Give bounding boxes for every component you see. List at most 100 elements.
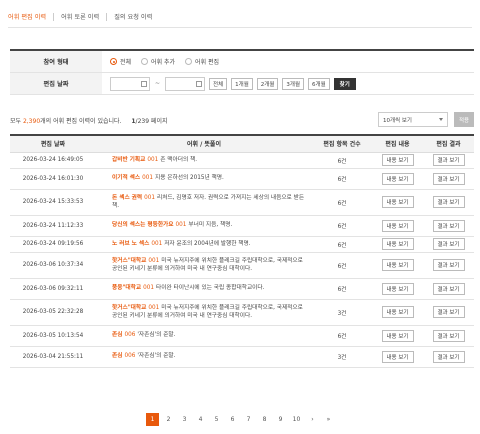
word-link[interactable]: 갑비반 기획교 [112,157,145,163]
period-all-button[interactable]: 전체 [209,77,228,90]
row-date: 2026-03-06 10:37:34 [10,252,96,279]
table-header: 편집 날짜 어휘 / 뜻풀이 편집 항목 건수 편집 내용 편집 결과 [10,135,474,153]
row-result-cell: 결과 보기 [423,152,474,169]
period-1month-button[interactable]: 1개월 [231,77,253,90]
row-count: 6건 [312,152,372,169]
table-row: 2026-03-24 09:19:56 노 러브 노 섹스 001 저자 윤조의 20… [10,236,474,253]
search-button[interactable]: 찾기 [333,77,356,90]
radio-word-add[interactable]: 어휘 추가 [141,57,175,66]
page-total: /239 페이지 [135,118,168,125]
page-7-link[interactable]: 7 [242,413,255,426]
total-count: 2,390 [22,118,41,125]
page-4-link[interactable]: 4 [194,413,207,426]
page-2-link[interactable]: 2 [162,413,175,426]
view-content-button[interactable]: 내용 보기 [381,172,414,185]
word-link[interactable]: 노 러브 노 섹스 [112,241,149,247]
page-10-link[interactable]: 10 [290,413,303,426]
word-sense-number: 006 [124,353,136,360]
radio-icon[interactable] [141,58,149,65]
history-tabs: 어휘 편집 이력 어휘 토론 이력 질의 요청 이력 [8,12,159,21]
view-result-button[interactable]: 결과 보기 [432,259,465,271]
word-definition: 타이완 타이난시에 있는 국립 종합대학교이다. [156,285,265,292]
calendar-icon[interactable] [141,80,147,87]
view-content-button[interactable]: 내용 보기 [381,306,414,318]
word-link[interactable]: 핫거스"대학교 [112,305,146,311]
word-definition: 지용 은하선의 2015년 책명. [155,175,224,182]
radio-all[interactable]: 전체 [110,57,131,66]
next-page-icon[interactable]: › [306,413,319,426]
view-content-button[interactable]: 내용 보기 [381,154,414,166]
period-2month-button[interactable]: 2개월 [256,77,279,90]
word-link[interactable]: 존심 [112,332,122,338]
row-word-cell: 갑비반 기획교 001 존 맥아더의 책. [96,152,312,169]
last-page-icon[interactable]: » [322,413,335,426]
row-content-cell: 내용 보기 [372,236,423,253]
view-result-button[interactable]: 결과 보기 [432,219,465,232]
page-8-link[interactable]: 8 [258,413,271,426]
page-1-link[interactable]: 1 [146,413,159,426]
view-result-button[interactable]: 결과 보기 [432,306,465,318]
page-6-link[interactable]: 6 [226,413,239,426]
word-link[interactable]: 풍웅"대학교 [112,285,141,291]
radio-selected-icon[interactable] [110,58,117,65]
row-date: 2026-03-24 15:33:53 [10,189,96,216]
word-link[interactable]: 핫거스"대학교 [112,258,146,264]
word-link[interactable]: 돈 섹스 권력 [112,195,142,201]
view-content-button[interactable]: 내용 보기 [381,219,414,232]
filter-panel: 참여 형태 전체 어휘 추가 어휘 편집 편집 날짜 ~ 전체 1개월 2개월 [10,49,474,95]
view-content-button[interactable]: 내용 보기 [381,259,414,271]
page-3-link[interactable]: 3 [178,413,191,426]
apply-button[interactable]: 적용 [454,112,474,127]
page-size-select[interactable]: 10개씩 보기 [378,112,448,127]
row-result-cell: 결과 보기 [423,215,474,237]
row-date: 2026-03-24 16:49:05 [10,152,96,169]
word-link[interactable]: 이기적 섹스 [112,175,140,181]
view-result-button[interactable]: 결과 보기 [432,238,465,250]
date-separator: ~ [155,80,161,87]
tab-query-history[interactable]: 질의 요청 이력 [107,12,159,21]
row-word-cell: 노 러브 노 섹스 001 저자 윤조의 2004년에 발행한 책명. [96,236,312,253]
page-5-link[interactable]: 5 [210,413,223,426]
view-result-button[interactable]: 결과 보기 [432,172,465,185]
view-content-button[interactable]: 내용 보기 [381,350,414,363]
row-content-cell: 내용 보기 [372,152,423,169]
tab-discussion-history[interactable]: 어휘 토론 이력 [54,12,106,21]
radio-icon[interactable] [185,58,193,65]
period-3month-button[interactable]: 3개월 [282,77,305,90]
page-9-link[interactable]: 9 [274,413,287,426]
table-row: 2026-03-06 10:37:34 핫거스"대학교 001 미국 뉴저지주에 위치… [10,252,474,279]
table-row: 2026-03-06 09:32:11 풍웅"대학교 001 타이완 타이난시에 있는… [10,278,474,300]
row-word-cell: 핫거스"대학교 001 미국 뉴저지주에 위치한 플레크길 주립대학으로, 국제적으… [96,299,312,326]
row-content-cell: 내용 보기 [372,325,423,347]
row-count: 6건 [312,236,372,253]
view-result-button[interactable]: 결과 보기 [432,196,465,208]
word-link[interactable]: 당신의 섹스는 평등한가요 [112,222,174,228]
word-definition: 부너미 지음, 책명. [188,222,233,229]
row-content-cell: 내용 보기 [372,168,423,190]
row-word-cell: 돈 섹스 권력 001 리처드, 김명호 저자. 권력으로 가져지는 세상의 내음으… [96,189,312,216]
word-definition: '자존심'의 준말. [137,332,176,339]
table-row: 2026-03-04 21:55:11 존심 006 '자존심'의 준말. 3건 내용 보… [10,346,474,368]
period-6month-button[interactable]: 6개월 [308,77,330,90]
radio-all-label: 전체 [120,59,132,66]
table-row: 2026-03-05 10:13:54 존심 006 '자존심'의 준말. 6건 내용 보… [10,325,474,347]
end-date-input[interactable] [165,76,206,91]
view-result-button[interactable]: 결과 보기 [432,350,465,363]
tab-edit-history[interactable]: 어휘 편집 이력 [8,12,53,21]
radio-word-edit[interactable]: 어휘 편집 [185,57,219,66]
start-date-input[interactable] [110,76,150,91]
row-count: 3건 [312,299,372,326]
view-content-button[interactable]: 내용 보기 [381,196,414,208]
page-count: 1/239 페이지 [131,118,167,125]
view-result-button[interactable]: 결과 보기 [432,282,465,295]
view-content-button[interactable]: 내용 보기 [381,282,414,295]
row-content-cell: 내용 보기 [372,215,423,237]
view-content-button[interactable]: 내용 보기 [381,329,414,342]
word-link[interactable]: 존심 [112,353,122,359]
view-result-button[interactable]: 결과 보기 [432,329,465,342]
word-sense-number: 001 [175,222,187,229]
view-content-button[interactable]: 내용 보기 [381,238,414,250]
summary-prefix: 모두 [10,118,23,125]
view-result-button[interactable]: 결과 보기 [432,154,465,166]
calendar-icon[interactable] [196,80,203,87]
